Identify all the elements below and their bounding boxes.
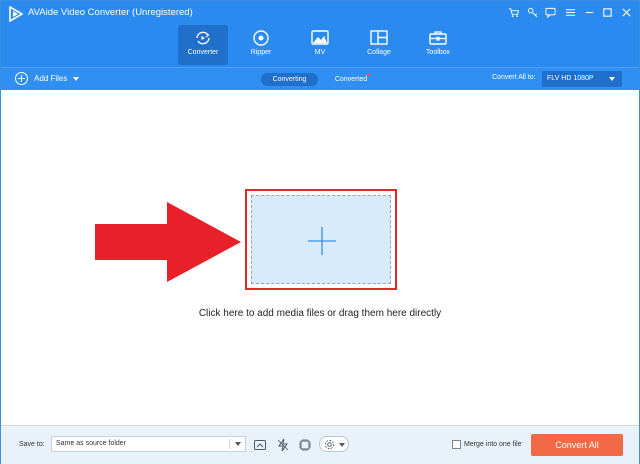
chevron-down-icon (339, 443, 345, 447)
ripper-icon (253, 30, 269, 46)
tab-label: Collage (367, 49, 391, 56)
key-icon[interactable] (524, 5, 540, 21)
notification-dot (367, 73, 370, 76)
merge-label: Merge into one file (464, 441, 522, 448)
drop-hint-text: Click here to add media files or drag th… (198, 308, 442, 319)
tab-toolbox[interactable]: Toolbox (413, 25, 463, 65)
tab-label: Converter (187, 49, 219, 56)
add-icon (15, 72, 28, 85)
tab-mv[interactable]: MV (295, 25, 345, 65)
tab-converter[interactable]: Converter (178, 25, 228, 65)
tab-converted[interactable]: Converted (331, 73, 371, 86)
gpu-icon[interactable] (298, 438, 312, 452)
maximize-icon[interactable] (599, 5, 615, 21)
converter-icon (196, 31, 210, 45)
chevron-down-icon[interactable] (73, 76, 80, 81)
save-path-select[interactable]: Same as source folder (51, 436, 246, 452)
chevron-down-icon (609, 77, 615, 81)
app-logo-icon (9, 6, 23, 22)
format-value: FLV HD 1080P (547, 75, 594, 82)
main-content: Click here to add media files or drag th… (1, 90, 639, 425)
arrow-pointer-icon (95, 202, 241, 282)
window-title: AVAide Video Converter (Unregistered) (28, 7, 193, 18)
save-path-value: Same as source folder (56, 440, 127, 447)
settings-dropdown[interactable] (319, 436, 349, 452)
close-icon[interactable] (618, 5, 634, 21)
chevron-down-icon[interactable] (235, 442, 241, 446)
gear-icon (324, 439, 335, 450)
collage-icon (370, 30, 388, 45)
feedback-icon[interactable] (542, 5, 558, 21)
tab-label: Toolbox (425, 49, 451, 56)
divider (229, 439, 230, 449)
tab-collage[interactable]: Collage (354, 25, 404, 65)
hardware-acceleration-icon[interactable] (276, 438, 290, 452)
mv-icon (311, 30, 329, 45)
add-media-dropzone[interactable] (251, 195, 391, 284)
save-to-label: Save to: (19, 441, 45, 448)
folder-icon[interactable] (253, 438, 267, 452)
minimize-icon[interactable] (581, 5, 597, 21)
tab-label: MV (314, 49, 326, 56)
highlight-frame (245, 189, 397, 290)
menu-icon[interactable] (562, 5, 578, 21)
cart-icon[interactable] (505, 5, 521, 21)
convert-all-to-label: Convert All to: (492, 74, 536, 81)
title-bar: AVAide Video Converter (Unregistered) Co… (1, 1, 639, 67)
bottom-bar: Save to: Same as source folder Merge int (1, 425, 639, 464)
converter-toolbar: Add Files Converting Converted Convert A… (1, 67, 639, 90)
output-format-select[interactable]: FLV HD 1080P (542, 71, 622, 87)
convert-all-button[interactable]: Convert All (531, 434, 623, 456)
plus-icon (308, 227, 336, 255)
tab-label: Ripper (250, 49, 272, 56)
tab-ripper[interactable]: Ripper (236, 25, 286, 65)
add-files-button[interactable]: Add Files (15, 72, 80, 85)
merge-checkbox[interactable] (452, 440, 461, 449)
tab-converting[interactable]: Converting (261, 73, 318, 86)
app-window: AVAide Video Converter (Unregistered) Co… (0, 0, 640, 464)
add-files-label: Add Files (34, 74, 68, 83)
toolbox-icon (429, 31, 447, 45)
